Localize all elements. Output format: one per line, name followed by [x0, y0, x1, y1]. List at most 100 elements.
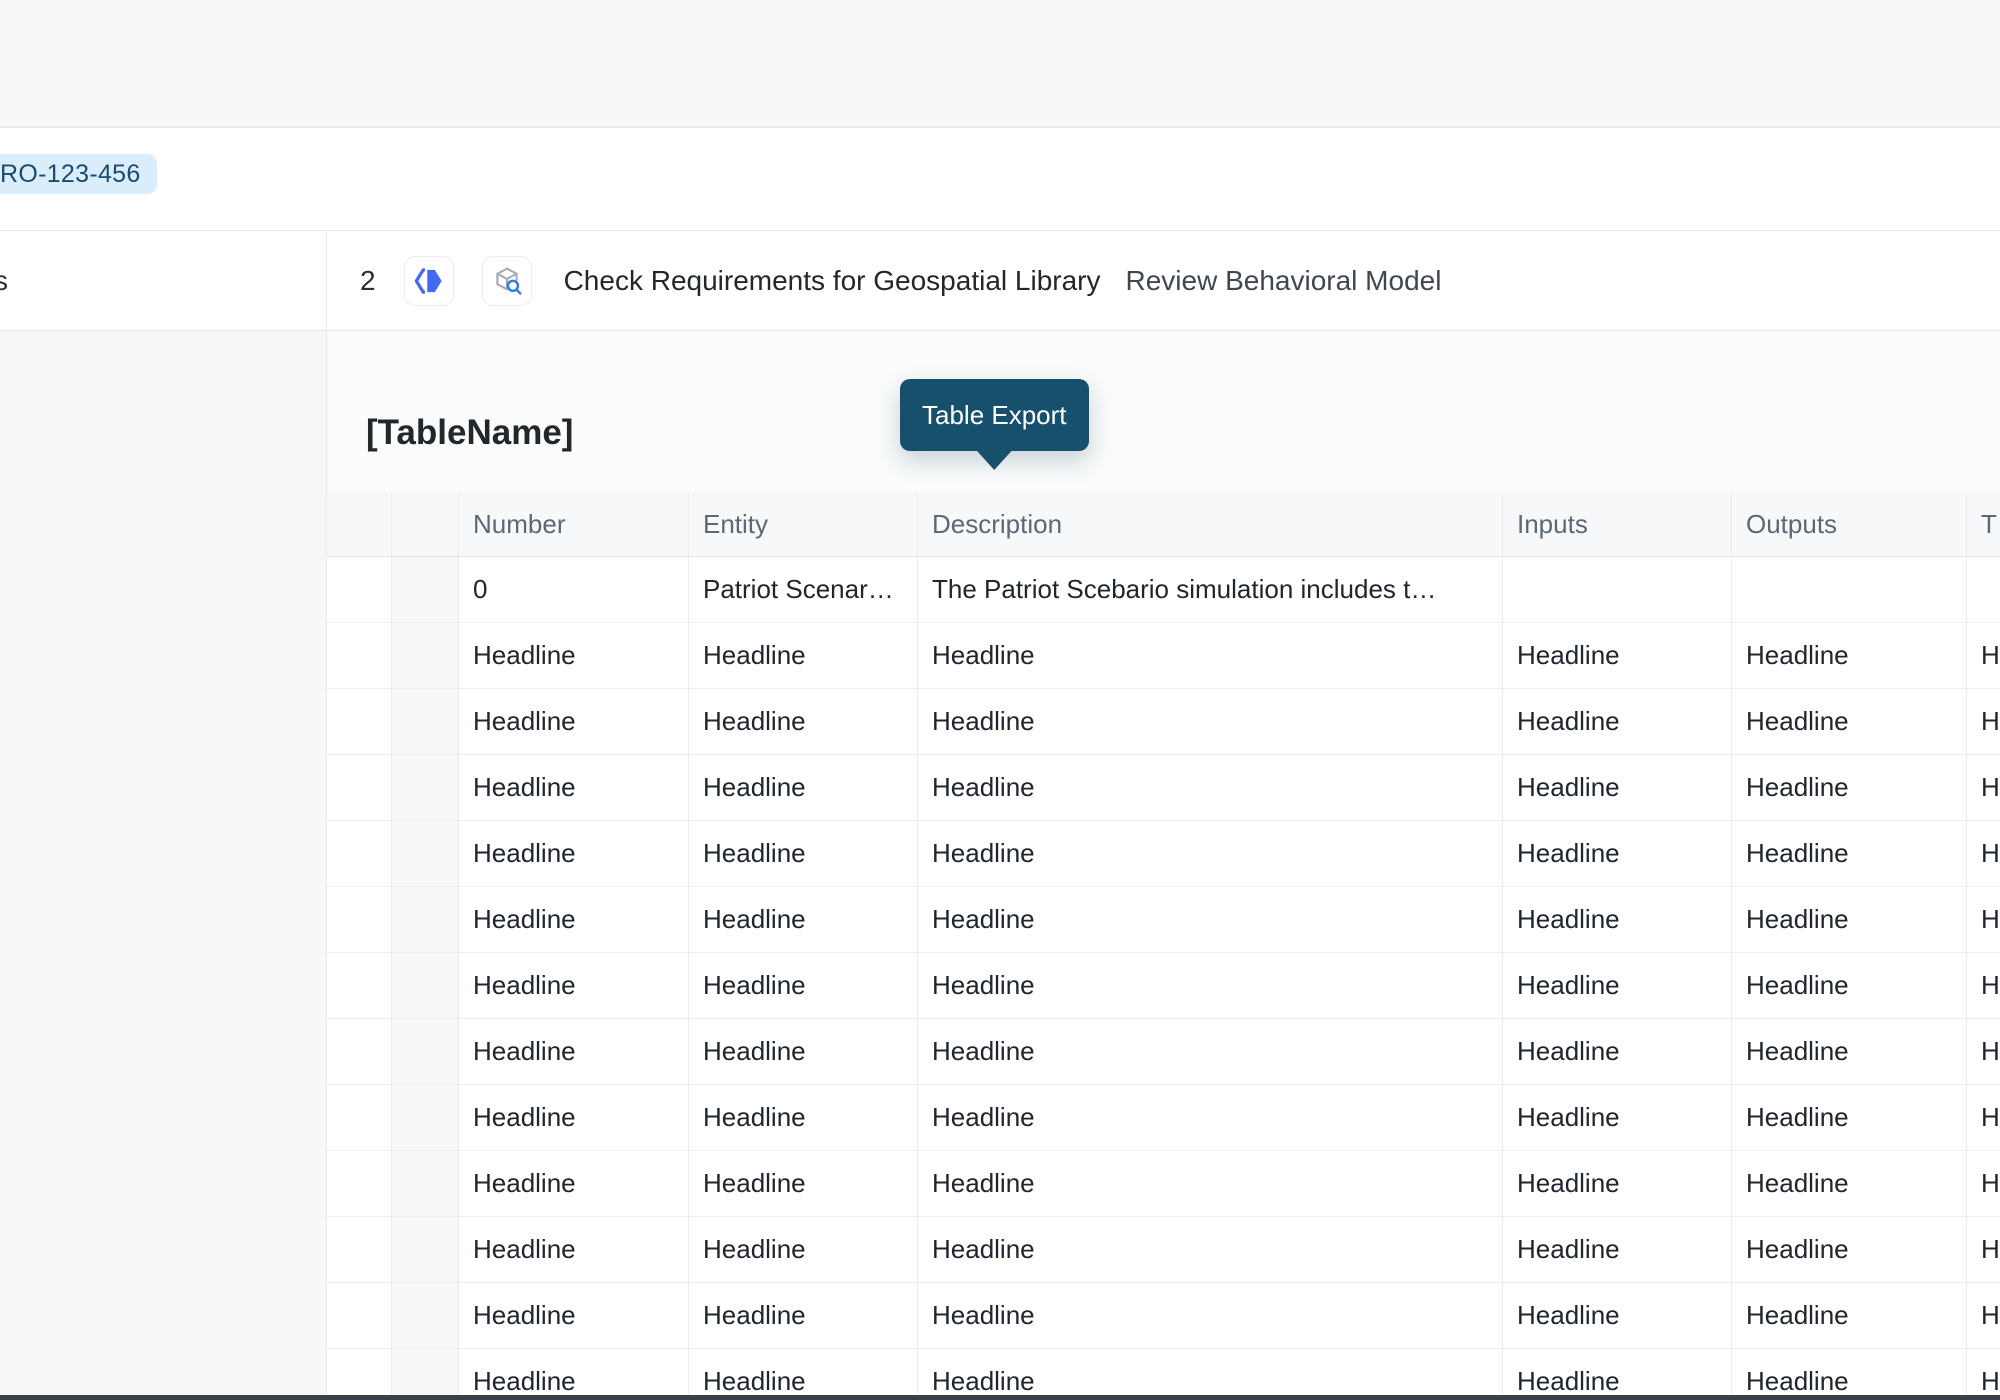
- table-cell: Headline: [1732, 1349, 1967, 1400]
- table-cell: Headline: [918, 623, 1503, 688]
- table-cell: Headline: [1503, 1349, 1732, 1400]
- sidebar-partial-text: s: [0, 265, 8, 297]
- hexagon-button[interactable]: [404, 256, 454, 306]
- table-row[interactable]: HeadlineHeadlineHeadlineHeadlineHeadline…: [327, 887, 2000, 953]
- hexagon-half-icon: [414, 266, 444, 296]
- table-cell: Headline: [459, 821, 689, 886]
- table-cell: Headline: [459, 755, 689, 820]
- table-cell: Headline: [1503, 689, 1732, 754]
- table-row[interactable]: HeadlineHeadlineHeadlineHeadlineHeadline…: [327, 1283, 2000, 1349]
- column-header[interactable]: [392, 493, 459, 556]
- table-cell: [327, 1349, 392, 1400]
- table-row[interactable]: HeadlineHeadlineHeadlineHeadlineHeadline…: [327, 953, 2000, 1019]
- table-cell: [327, 623, 392, 688]
- table-cell: [1503, 557, 1732, 622]
- table-cell: Headline: [1503, 1019, 1732, 1084]
- table-row[interactable]: HeadlineHeadlineHeadlineHeadlineHeadline…: [327, 755, 2000, 821]
- table-cell: Headline: [1732, 821, 1967, 886]
- table-row[interactable]: HeadlineHeadlineHeadlineHeadlineHeadline…: [327, 1349, 2000, 1400]
- model-search-button[interactable]: [482, 256, 532, 306]
- table-cell: Headline: [918, 1085, 1503, 1150]
- table-cell: Headline: [459, 623, 689, 688]
- table-cell: Headline: [918, 689, 1503, 754]
- table-cell: Headline: [459, 1349, 689, 1400]
- column-header[interactable]: Entity: [689, 493, 918, 556]
- column-header[interactable]: Inputs: [1503, 493, 1732, 556]
- table-cell: Headline: [1503, 755, 1732, 820]
- table-cell: [327, 1283, 392, 1348]
- table-cell: Headline: [459, 887, 689, 952]
- table-cell: Headline: [689, 1349, 918, 1400]
- table-cell: Headline: [689, 1151, 918, 1216]
- table-cell: Headline: [1503, 1217, 1732, 1282]
- table-row[interactable]: HeadlineHeadlineHeadlineHeadlineHeadline…: [327, 623, 2000, 689]
- column-header[interactable]: Number: [459, 493, 689, 556]
- table-cell: Headline: [1967, 1019, 2000, 1084]
- table-cell: Headline: [1967, 1151, 2000, 1216]
- table-cell: [392, 1019, 459, 1084]
- bottom-edge-bar: [0, 1395, 2000, 1400]
- table-cell: Headline: [689, 821, 918, 886]
- table-cell: Headline: [918, 1283, 1503, 1348]
- table-cell: [392, 623, 459, 688]
- table-cell: Headline: [689, 1217, 918, 1282]
- column-header[interactable]: Outputs: [1732, 493, 1967, 556]
- table-cell: Headline: [1967, 1217, 2000, 1282]
- column-header[interactable]: Description: [918, 493, 1503, 556]
- table-cell: [392, 887, 459, 952]
- table-cell: [392, 755, 459, 820]
- table-cell: Headline: [918, 953, 1503, 1018]
- table-cell: [392, 557, 459, 622]
- table-title-area: [TableName] Table Export: [327, 331, 2000, 493]
- table-cell: [392, 1085, 459, 1150]
- tab-review-behavioral-model[interactable]: Review Behavioral Model: [1126, 265, 1442, 297]
- table-row[interactable]: HeadlineHeadlineHeadlineHeadlineHeadline…: [327, 1151, 2000, 1217]
- table-cell: Headline: [1732, 689, 1967, 754]
- table-cell: [327, 557, 392, 622]
- table-cell: Headline: [459, 689, 689, 754]
- table-row[interactable]: HeadlineHeadlineHeadlineHeadlineHeadline…: [327, 1085, 2000, 1151]
- table-cell: Headline: [689, 623, 918, 688]
- table-cell: Headline: [1732, 1283, 1967, 1348]
- table-cell: [392, 953, 459, 1018]
- table-cell: [392, 821, 459, 886]
- table-row[interactable]: HeadlineHeadlineHeadlineHeadlineHeadline…: [327, 1217, 2000, 1283]
- column-header[interactable]: T: [1967, 493, 2000, 556]
- table-cell: [327, 1019, 392, 1084]
- table-cell: Headline: [1967, 953, 2000, 1018]
- table-cell: 0: [459, 557, 689, 622]
- tab-check-requirements[interactable]: Check Requirements for Geospatial Librar…: [564, 265, 1101, 297]
- table-row[interactable]: HeadlineHeadlineHeadlineHeadlineHeadline…: [327, 821, 2000, 887]
- table-row[interactable]: HeadlineHeadlineHeadlineHeadlineHeadline…: [327, 689, 2000, 755]
- table-cell: Headline: [918, 1349, 1503, 1400]
- table-cell: Headline: [459, 1217, 689, 1282]
- table-cell: Headline: [1967, 1349, 2000, 1400]
- cube-search-icon: [491, 265, 523, 297]
- table-cell: Headline: [689, 1085, 918, 1150]
- badge-row: RO-123-456: [0, 128, 2000, 230]
- table-cell: Headline: [1732, 953, 1967, 1018]
- data-table: NumberEntityDescriptionInputsOutputsT0Pa…: [327, 493, 2000, 1400]
- table-cell: Headline: [689, 755, 918, 820]
- table-cell: Headline: [1503, 1151, 1732, 1216]
- table-cell: Headline: [1503, 953, 1732, 1018]
- table-cell: Headline: [918, 887, 1503, 952]
- sidebar-header: s: [0, 231, 327, 330]
- table-cell: Headline: [1967, 623, 2000, 688]
- table-cell: Headline: [1732, 623, 1967, 688]
- table-cell: Headline: [1967, 821, 2000, 886]
- table-cell: Headline: [1503, 1085, 1732, 1150]
- table-row[interactable]: HeadlineHeadlineHeadlineHeadlineHeadline…: [327, 1019, 2000, 1085]
- table-export-tooltip: Table Export: [900, 379, 1089, 451]
- table-cell: Headline: [918, 1217, 1503, 1282]
- table-cell: Headline: [1967, 689, 2000, 754]
- table-cell: Headline: [1732, 1151, 1967, 1216]
- column-header[interactable]: [327, 493, 392, 556]
- id-badge[interactable]: RO-123-456: [0, 154, 157, 194]
- table-cell: [327, 821, 392, 886]
- table-cell: Headline: [918, 821, 1503, 886]
- tooltip-label: Table Export: [922, 400, 1067, 431]
- table-cell: Headline: [689, 1283, 918, 1348]
- table-row[interactable]: 0Patriot Scenar…The Patriot Scebario sim…: [327, 557, 2000, 623]
- table-cell: Headline: [1732, 1019, 1967, 1084]
